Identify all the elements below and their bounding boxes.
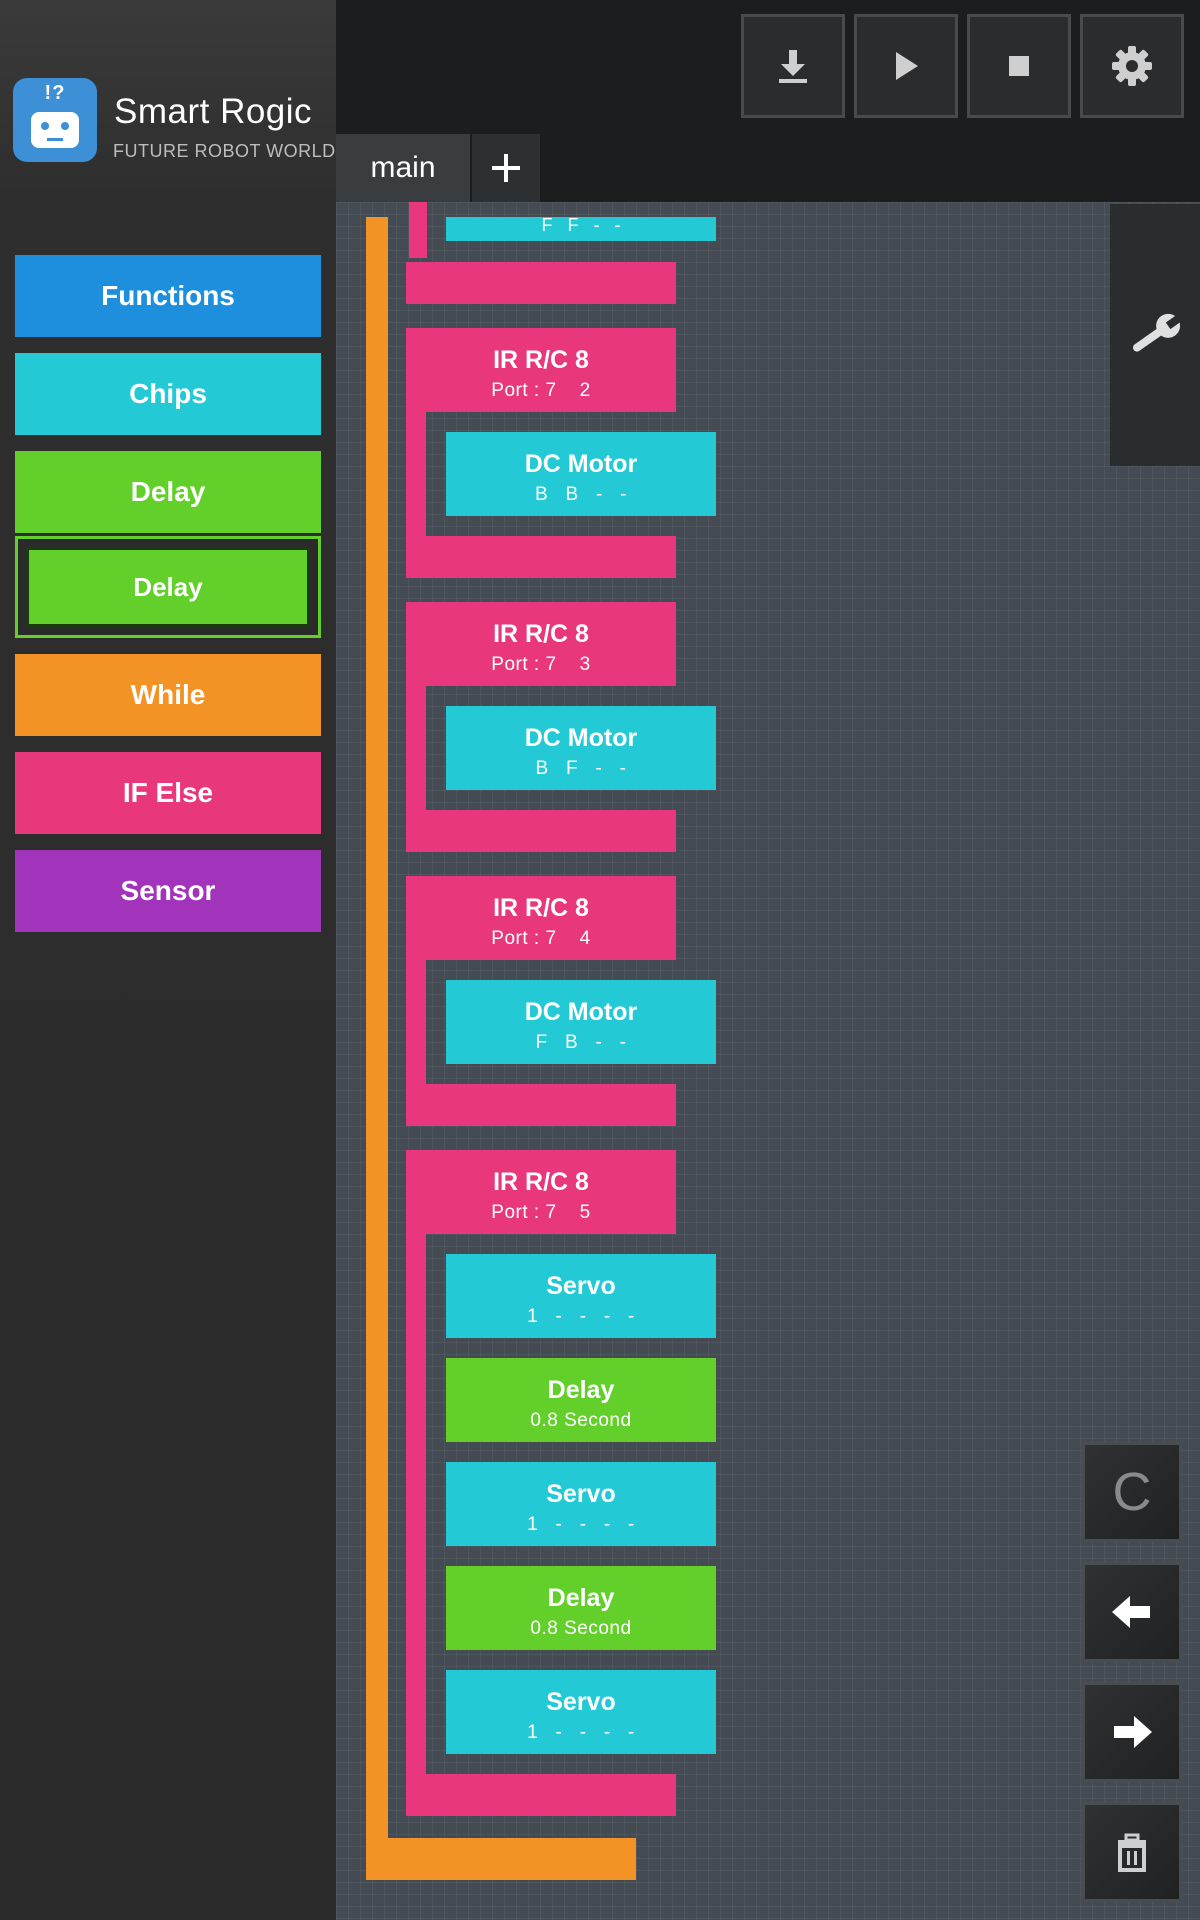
motor-block-title: DC Motor xyxy=(524,450,638,478)
if-block-2-bar xyxy=(406,686,426,812)
if-block-2-header[interactable]: IR R/C 8 Port : 7 3 xyxy=(406,602,676,686)
settings-button[interactable] xyxy=(1080,14,1184,118)
category-delay-button[interactable]: Delay xyxy=(15,451,321,533)
servo-block[interactable]: Servo 1 - - - - xyxy=(446,1462,716,1546)
add-tab-button[interactable] xyxy=(472,134,540,202)
if-block-3-port: Port : 7 4 xyxy=(491,928,591,949)
motor-block-title: DC Motor xyxy=(524,998,638,1026)
delay-block-title: Delay xyxy=(547,1376,615,1404)
if-block-4-bar xyxy=(406,1234,426,1776)
category-ifelse-button[interactable]: IF Else xyxy=(15,752,321,834)
delay-block-duration: 0.8 Second xyxy=(530,1618,632,1639)
download-icon xyxy=(779,50,807,83)
servo-block[interactable]: Servo 1 - - - - xyxy=(446,1254,716,1338)
if-block-1-port: Port : 7 2 xyxy=(491,380,591,401)
if-block-1-header[interactable]: IR R/C 8 Port : 7 2 xyxy=(406,328,676,412)
properties-panel-toggle[interactable] xyxy=(1110,204,1200,466)
servo-block-title: Servo xyxy=(546,1272,616,1300)
motor-block-title: DC Motor xyxy=(524,724,638,752)
category-functions-button[interactable]: Functions xyxy=(15,255,321,337)
plus-icon xyxy=(492,154,520,182)
motor-block[interactable]: DC Motor B B - - xyxy=(446,432,716,516)
stop-button[interactable] xyxy=(967,14,1071,118)
while-loop-bar[interactable] xyxy=(366,217,388,1857)
servo-block-params: 1 - - - - xyxy=(527,1514,635,1535)
trash-icon xyxy=(1118,1833,1146,1872)
app-title: Smart Rogic xyxy=(114,92,313,131)
partial-motor-block[interactable]: F F - - xyxy=(446,215,716,241)
if-block-4-header[interactable]: IR R/C 8 Port : 7 5 xyxy=(406,1150,676,1234)
app-subtitle: FUTURE ROBOT WORLD xyxy=(113,141,336,161)
if-block-3-footer[interactable] xyxy=(406,1084,676,1126)
if-block-1-footer[interactable] xyxy=(406,536,676,578)
if-block-2-title: IR R/C 8 xyxy=(493,620,589,648)
servo-block-title: Servo xyxy=(546,1688,616,1716)
servo-block-title: Servo xyxy=(546,1480,616,1508)
delay-block[interactable]: Delay 0.8 Second xyxy=(446,1358,716,1442)
motor-block[interactable]: DC Motor F B - - xyxy=(446,980,716,1064)
servo-block[interactable]: Servo 1 - - - - xyxy=(446,1670,716,1754)
if-block-2-port: Port : 7 3 xyxy=(491,654,591,675)
stop-icon xyxy=(1009,56,1029,76)
tab-main[interactable]: main xyxy=(336,134,470,202)
if-block-4-footer[interactable] xyxy=(406,1774,676,1816)
arrow-right-icon xyxy=(1114,1716,1152,1748)
clear-button[interactable]: C xyxy=(1082,1442,1182,1542)
if-block-3-header[interactable]: IR R/C 8 Port : 7 4 xyxy=(406,876,676,960)
if-block-3-title: IR R/C 8 xyxy=(493,894,589,922)
motor-block-params: F B - - xyxy=(535,1032,627,1053)
partial-motor-sub: F F - - xyxy=(541,215,621,235)
play-icon xyxy=(896,52,918,80)
if-block-1-bar xyxy=(406,412,426,538)
servo-block-params: 1 - - - - xyxy=(527,1306,635,1327)
logo-marks: !? xyxy=(44,82,66,104)
gear-icon xyxy=(1112,46,1152,86)
clear-label: C xyxy=(1112,1462,1152,1522)
category-while-button[interactable]: While xyxy=(15,654,321,736)
block-palette-sidebar: !? Smart Rogic FUTURE ROBOT WORLD Functi… xyxy=(0,0,336,1920)
robot-logo-icon: !? xyxy=(13,78,97,162)
servo-block-params: 1 - - - - xyxy=(527,1722,635,1743)
motor-block-params: B F - - xyxy=(535,758,627,779)
if-block-1-title: IR R/C 8 xyxy=(493,346,589,374)
delay-block-template-label: Delay xyxy=(26,547,310,627)
arrow-left-icon xyxy=(1112,1596,1150,1628)
delay-block[interactable]: Delay 0.8 Second xyxy=(446,1566,716,1650)
program-canvas[interactable]: F F - - IR R/C 8 Port : 7 2 DC Motor B B… xyxy=(336,202,1200,1920)
delay-block-title: Delay xyxy=(547,1584,615,1612)
category-sensor-button[interactable]: Sensor xyxy=(15,850,321,932)
delete-button[interactable] xyxy=(1082,1802,1182,1902)
motor-block[interactable]: DC Motor B F - - xyxy=(446,706,716,790)
redo-button[interactable] xyxy=(1082,1682,1182,1782)
wrench-icon xyxy=(1132,313,1184,352)
if-block-4-port: Port : 7 5 xyxy=(491,1202,591,1223)
play-button[interactable] xyxy=(854,14,958,118)
delay-block-duration: 0.8 Second xyxy=(530,1410,632,1431)
category-chips-button[interactable]: Chips xyxy=(15,353,321,435)
download-button[interactable] xyxy=(741,14,845,118)
if-block-3-bar xyxy=(406,960,426,1086)
delay-block-template[interactable]: Delay xyxy=(15,536,321,638)
if-block-0-bar[interactable] xyxy=(409,202,427,258)
if-block-0-footer[interactable] xyxy=(406,262,676,304)
if-block-4-title: IR R/C 8 xyxy=(493,1168,589,1196)
motor-block-params: B B - - xyxy=(534,484,627,505)
while-loop-footer[interactable] xyxy=(366,1838,636,1880)
undo-button[interactable] xyxy=(1082,1562,1182,1662)
if-block-2-footer[interactable] xyxy=(406,810,676,852)
